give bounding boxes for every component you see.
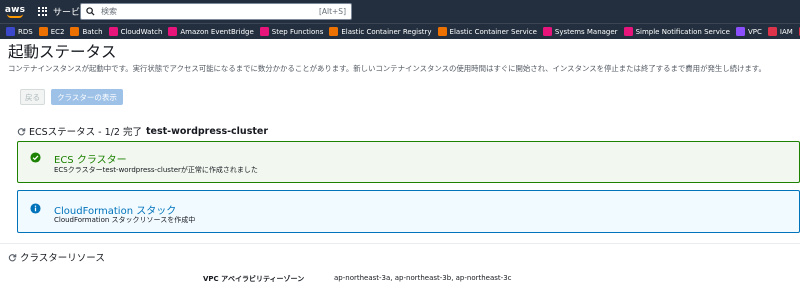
success-alert-description: ECSクラスターtest-wordpress-clusterが正常に作成されまし… — [54, 166, 258, 174]
favorite-simple-notification-service[interactable]: Simple Notification Service — [623, 27, 730, 36]
favorite-amazon-eventbridge[interactable]: Amazon EventBridge — [168, 27, 254, 36]
batch-icon — [70, 27, 80, 36]
favorite-label: VPC — [747, 27, 762, 36]
cloudformation-info-alert: CloudFormation スタック CloudFormation スタックリ… — [17, 190, 800, 233]
favorite-label: Systems Manager — [554, 27, 618, 36]
ecs-status-label: ECSステータス - 1/2 完了 — [29, 127, 142, 138]
favorite-ec2[interactable]: EC2 — [38, 27, 65, 36]
page-description: コンテナインスタンスが起動中です。実行状態でアクセス可能になるまでに数分かかるこ… — [8, 64, 766, 73]
refresh-icon — [8, 253, 17, 261]
favorite-batch[interactable]: Batch — [70, 27, 103, 36]
back-button[interactable]: 戻る — [20, 89, 45, 105]
cluster-resources-label: クラスターリソース — [20, 253, 105, 264]
ssm-icon — [542, 27, 552, 36]
favorite-step-functions[interactable]: Step Functions — [259, 27, 324, 36]
favorite-label: Amazon EventBridge — [180, 27, 254, 36]
aws-smile-icon — [7, 14, 23, 18]
ec2-icon — [38, 27, 48, 36]
aws-logo[interactable]: aws — [2, 0, 28, 23]
favorite-label: Batch — [82, 27, 103, 36]
resource-key: VPC アベイラビリティーゾーン — [203, 275, 305, 283]
favorite-label: Step Functions — [271, 27, 324, 36]
stepfunctions-icon — [259, 27, 269, 36]
favorite-label: RDS — [18, 27, 33, 36]
cluster-name: test-wordpress-cluster — [145, 125, 269, 137]
favorite-elastic-container-service[interactable]: Elastic Container Service — [437, 27, 537, 36]
divider — [0, 243, 800, 244]
favorite-label: IAM — [779, 27, 793, 36]
favorite-systems-manager[interactable]: Systems Manager — [542, 27, 618, 36]
search-icon — [86, 7, 95, 16]
favorite-label: EC2 — [50, 27, 65, 36]
rds-icon — [6, 27, 15, 36]
info-alert-description: CloudFormation スタックリソースを作成中 — [54, 216, 196, 224]
eventbridge-icon — [168, 27, 178, 36]
grid-icon — [38, 6, 48, 17]
ecs-icon — [437, 27, 447, 36]
favorite-iam[interactable]: IAM — [767, 27, 793, 36]
favorite-vpc[interactable]: VPC — [735, 27, 762, 36]
cluster-resources-heading: クラスターリソース — [8, 250, 105, 264]
check-circle-icon — [30, 152, 41, 163]
ecs-cluster-success-alert: ECS クラスター ECSクラスターtest-wordpress-cluster… — [17, 141, 800, 183]
favorite-rds[interactable]: RDS — [6, 27, 33, 36]
search-box[interactable]: [Alt+S] — [80, 3, 352, 20]
favorite-label: CloudWatch — [120, 27, 163, 36]
favorite-label: Elastic Container Registry — [341, 27, 432, 36]
favorites-bar: RDS EC2 Batch CloudWatch Amazon EventBridge S… — [0, 23, 800, 39]
favorite-elastic-container-registry[interactable]: Elastic Container Registry — [329, 27, 432, 36]
info-circle-icon — [30, 203, 41, 214]
ecs-status-heading: ECSステータス - 1/2 完了 test-wordpress-cluster — [17, 124, 268, 138]
ecr-icon — [329, 27, 339, 36]
iam-icon — [767, 27, 777, 36]
vpc-icon — [735, 27, 745, 36]
favorite-cloudwatch[interactable]: CloudWatch — [108, 27, 163, 36]
search-shortcut-hint: [Alt+S] — [318, 7, 346, 16]
cloudwatch-icon — [108, 27, 118, 36]
success-alert-title: ECS クラスター — [54, 155, 127, 166]
refresh-icon — [17, 127, 26, 135]
top-nav: aws サービス [Alt+S] — [0, 0, 800, 23]
view-cluster-button[interactable]: クラスターの表示 — [51, 89, 123, 105]
favorite-label: Simple Notification Service — [635, 27, 730, 36]
page-title: 起動ステータス — [8, 43, 117, 61]
favorite-label: Elastic Container Service — [449, 27, 537, 36]
search-input[interactable] — [101, 7, 319, 16]
resource-value: ap-northeast-3a, ap-northeast-3b, ap-nor… — [334, 274, 512, 282]
sns-icon — [623, 27, 633, 36]
